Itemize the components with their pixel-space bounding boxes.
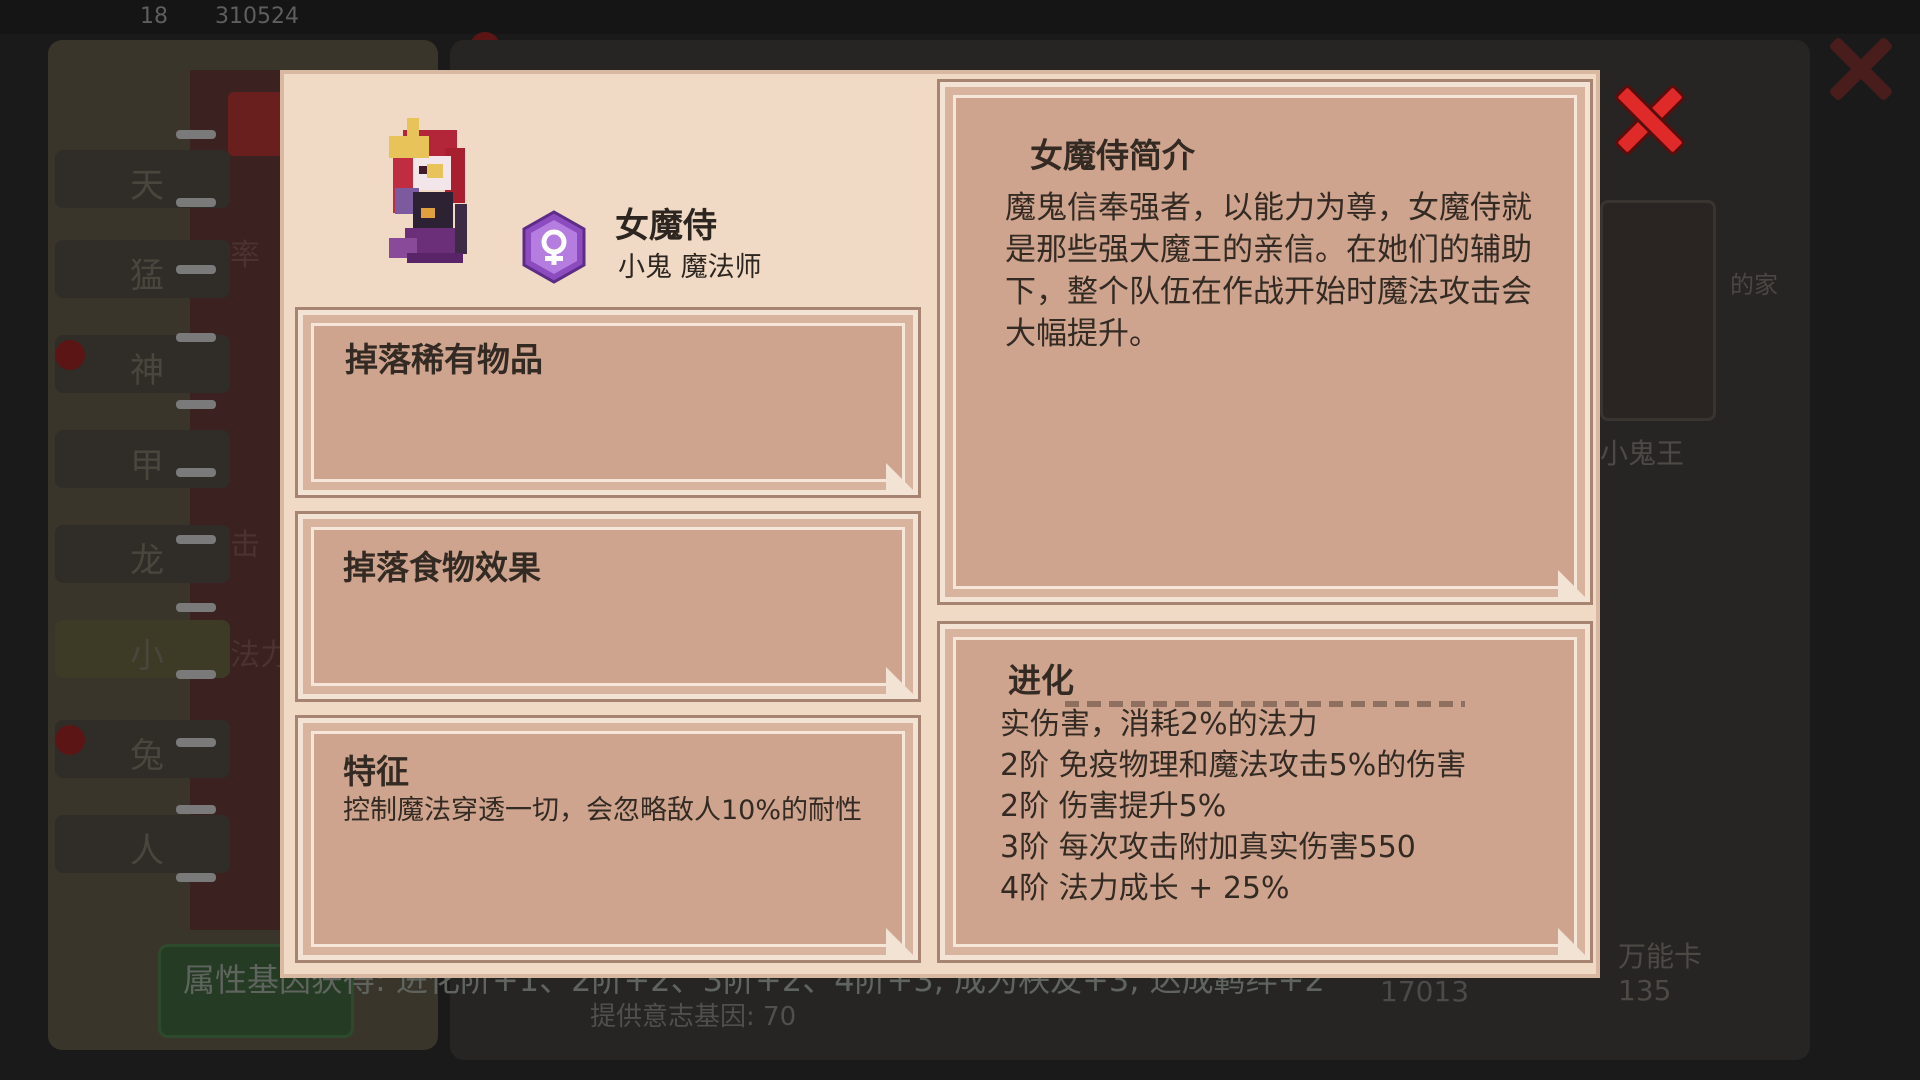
evolution-item: 3阶 每次攻击附加真实伤害550 — [1000, 830, 1416, 865]
notebook-ring — [176, 535, 216, 544]
evolution-list: 实伤害，消耗2%的法力 2阶 免疫物理和魔法攻击5%的伤害 2阶 伤害提升5% … — [1000, 704, 1580, 909]
page-fold-corner — [886, 667, 918, 699]
card-number: 17013 — [1380, 975, 1470, 1008]
character-tags: 小鬼 魔法师 — [618, 252, 762, 283]
evolution-item: 2阶 免疫物理和魔法攻击5%的伤害 — [1000, 748, 1467, 783]
trait-panel: 特征 控制魔法穿透一切，会忽略敌人10%的耐性 — [295, 715, 921, 963]
universal-card-count: 135 — [1618, 974, 1672, 1007]
side-tab-label: 猛 — [130, 256, 164, 296]
mage-role-badge — [522, 210, 586, 284]
evolution-title: 进化 — [1008, 661, 1074, 700]
strip-label: 率 — [230, 238, 260, 273]
side-tab-label: 天 — [130, 166, 164, 206]
notebook-ring — [176, 805, 216, 814]
evolution-item: 2阶 伤害提升5% — [1000, 789, 1227, 824]
notebook-ring — [176, 333, 216, 342]
notebook-ring — [176, 873, 216, 882]
close-button[interactable] — [1610, 78, 1690, 158]
page-fold-corner — [1558, 928, 1590, 960]
side-text: 的家 — [1730, 271, 1778, 299]
page-fold-corner — [1558, 570, 1590, 602]
top-gold-number: 310524 — [215, 4, 299, 29]
side-tab-label: 兔 — [130, 736, 164, 776]
notebook-ring — [176, 400, 216, 409]
strip-label: 击 — [230, 528, 260, 563]
notebook-ring — [176, 670, 216, 679]
trait-title: 特征 — [343, 752, 409, 791]
drop-food-effect-title: 掉落食物效果 — [343, 548, 541, 587]
page-fold-corner — [886, 928, 918, 960]
side-tab-label: 龙 — [130, 541, 164, 581]
top-status-bar: 18 310524 — [0, 0, 1920, 34]
trait-description: 控制魔法穿透一切，会忽略敌人10%的耐性 — [343, 795, 863, 826]
character-name: 女魔侍 — [615, 206, 717, 246]
will-gene-text: 提供意志基因: 70 — [590, 1002, 797, 1032]
drop-rare-items-panel: 掉落稀有物品 — [295, 307, 921, 498]
character-sprite — [389, 118, 467, 263]
notebook-ring — [176, 198, 216, 207]
notebook-ring — [176, 130, 216, 139]
notification-dot — [55, 340, 85, 370]
drop-rare-items-title: 掉落稀有物品 — [345, 340, 543, 379]
evolution-item: 4阶 法力成长 + 25% — [1000, 871, 1290, 906]
monster-card-label: 小鬼王 — [1600, 437, 1685, 470]
notification-dot — [55, 725, 85, 755]
notebook-ring — [176, 468, 216, 477]
side-tab-label: 小 — [130, 636, 164, 676]
notebook-ring — [176, 738, 216, 747]
notebook-ring — [176, 603, 216, 612]
universal-card-label: 万能卡 — [1618, 940, 1703, 973]
side-tab-label: 神 — [130, 351, 164, 391]
notebook-ring — [176, 265, 216, 274]
top-level-number: 18 — [140, 4, 168, 29]
side-tab-label: 甲 — [130, 446, 164, 486]
background-close-icon — [1820, 28, 1900, 108]
evolution-item: 实伤害，消耗2%的法力 — [1000, 707, 1318, 742]
intro-description: 魔鬼信奉强者，以能力为尊，女魔侍就是那些强大魔王的亲信。在她们的辅助下，整个队伍… — [1005, 190, 1532, 352]
intro-title: 女魔侍简介 — [1030, 136, 1195, 175]
monster-card[interactable] — [1600, 200, 1716, 421]
page-fold-corner — [886, 463, 918, 495]
universal-card: 万能卡 135 — [1618, 940, 1702, 1008]
side-tab-label: 人 — [130, 831, 164, 871]
intro-panel: 女魔侍简介 魔鬼信奉强者，以能力为尊，女魔侍就是那些强大魔王的亲信。在她们的辅助… — [937, 79, 1593, 605]
evolution-panel[interactable]: 进化 实伤害，消耗2%的法力 2阶 免疫物理和魔法攻击5%的伤害 2阶 伤害提升… — [937, 621, 1593, 963]
drop-food-effect-panel: 掉落食物效果 — [295, 511, 921, 702]
